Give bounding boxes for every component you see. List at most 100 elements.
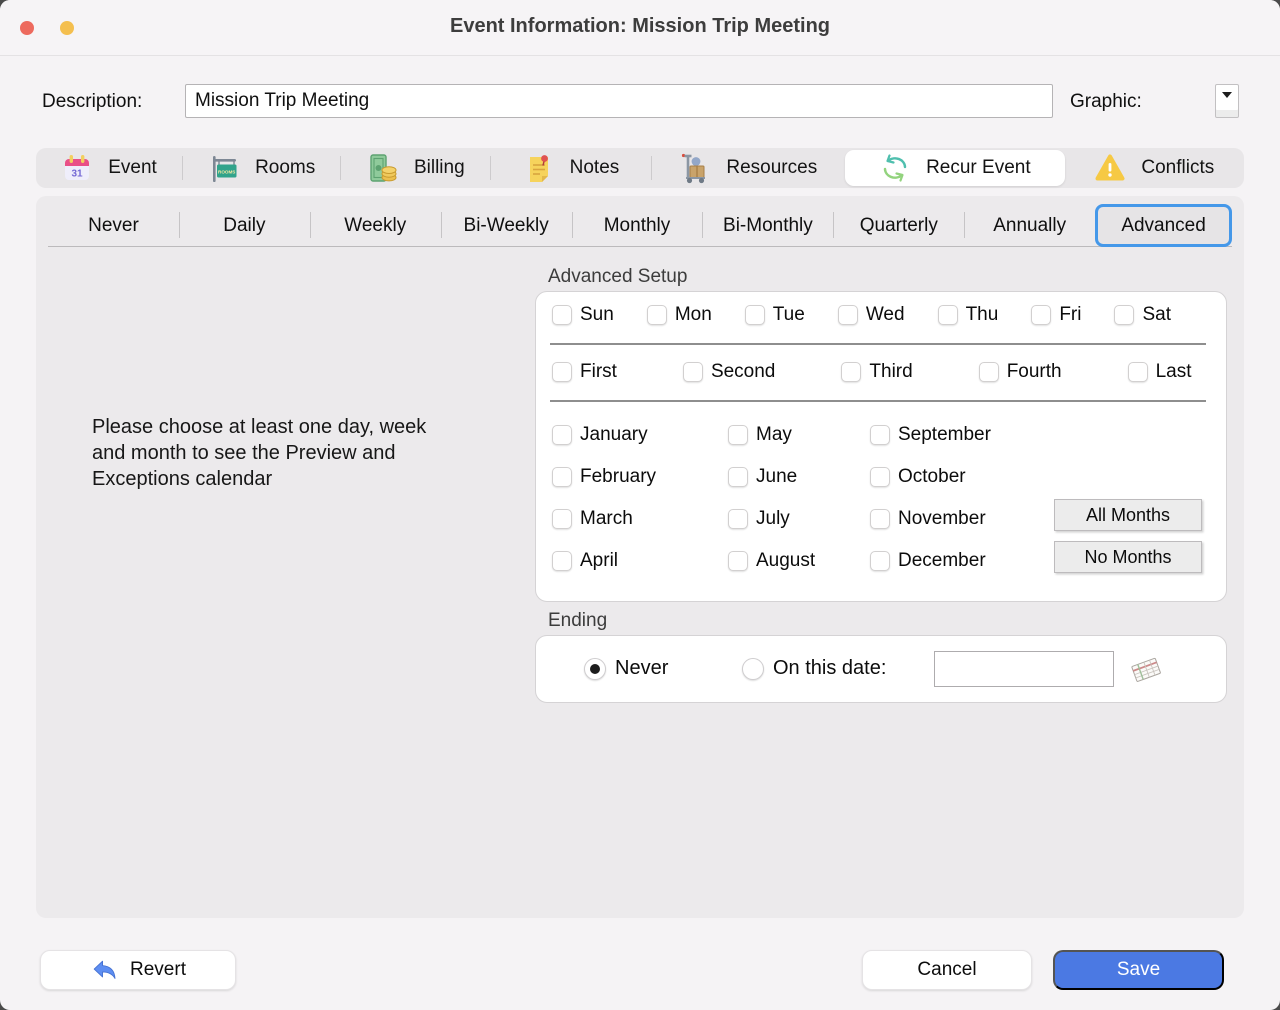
month-checkbox-october[interactable]: October (870, 466, 1070, 488)
ending-date-input[interactable] (934, 651, 1114, 687)
day-checkbox-tue[interactable]: Tue (745, 304, 805, 326)
tab-resources[interactable]: Resources (652, 148, 845, 188)
month-label: November (898, 508, 986, 530)
month-label: June (756, 466, 797, 488)
month-checkbox-march[interactable]: March (552, 508, 728, 530)
checkbox (1114, 305, 1134, 325)
checkbox (745, 305, 765, 325)
tab-bi-monthly[interactable]: Bi-Monthly (702, 205, 833, 246)
month-label: September (898, 424, 991, 446)
tab-event[interactable]: 31 Event (36, 148, 182, 188)
tab-annually[interactable]: Annually (964, 205, 1095, 246)
tab-rooms[interactable]: ROOMS Rooms (183, 148, 340, 188)
tab-billing[interactable]: Billing (341, 148, 490, 188)
title-bar: Event Information: Mission Trip Meeting (0, 0, 1280, 56)
tab-label: Recur Event (926, 157, 1031, 179)
tab-advanced[interactable]: Advanced (1095, 204, 1232, 247)
month-checkbox-january[interactable]: January (552, 424, 728, 446)
week-checkbox-last[interactable]: Last (1128, 361, 1192, 383)
tab-conflicts[interactable]: Conflicts (1065, 148, 1244, 188)
week-label: Fourth (1007, 361, 1062, 383)
money-icon (367, 152, 399, 184)
months-grid: January February March April May June Ju… (552, 414, 1070, 582)
checkbox (1128, 362, 1148, 382)
separator (550, 400, 1206, 402)
hint-message: Please choose at least one day, week and… (92, 414, 562, 492)
save-button[interactable]: Save (1053, 950, 1224, 990)
checkbox (552, 305, 572, 325)
tab-never[interactable]: Never (48, 205, 179, 246)
description-input[interactable] (185, 84, 1053, 118)
radio-button (742, 658, 764, 680)
month-checkbox-september[interactable]: September (870, 424, 1070, 446)
checkbox (938, 305, 958, 325)
cancel-button[interactable]: Cancel (862, 950, 1032, 990)
month-checkbox-december[interactable]: December (870, 550, 1070, 572)
tab-monthly[interactable]: Monthly (572, 205, 703, 246)
graphic-dropdown-button[interactable] (1215, 84, 1239, 118)
checkbox (552, 509, 572, 529)
tab-notes[interactable]: Notes (491, 148, 650, 188)
checkbox (552, 467, 572, 487)
week-checkbox-first[interactable]: First (552, 361, 617, 383)
ending-panel: Never On this date: (535, 635, 1227, 703)
calendar-icon: 31 (61, 152, 93, 184)
month-checkbox-may[interactable]: May (728, 424, 870, 446)
week-checkbox-fourth[interactable]: Fourth (979, 361, 1062, 383)
main-tab-bar: 31 Event ROOMS Rooms (36, 148, 1244, 188)
day-label: Sat (1142, 304, 1171, 326)
all-months-button[interactable]: All Months (1054, 499, 1202, 531)
event-information-window: Event Information: Mission Trip Meeting … (0, 0, 1280, 1010)
chevron-down-icon (1222, 92, 1232, 98)
no-months-button[interactable]: No Months (1054, 541, 1202, 573)
revert-button[interactable]: Revert (40, 950, 236, 990)
day-checkbox-thu[interactable]: Thu (938, 304, 999, 326)
month-label: February (580, 466, 656, 488)
week-checkbox-third[interactable]: Third (841, 361, 912, 383)
month-label: May (756, 424, 792, 446)
checkbox (838, 305, 858, 325)
checkbox (979, 362, 999, 382)
days-row: Sun Mon Tue Wed Thu Fri Sat (552, 304, 1171, 326)
hand-truck-icon (679, 152, 711, 184)
checkbox (683, 362, 703, 382)
day-checkbox-wed[interactable]: Wed (838, 304, 905, 326)
tab-weekly[interactable]: Weekly (310, 205, 441, 246)
day-checkbox-mon[interactable]: Mon (647, 304, 712, 326)
advanced-setup-panel: Sun Mon Tue Wed Thu Fri Sat First Second… (535, 291, 1227, 602)
day-label: Wed (866, 304, 905, 326)
date-picker-icon[interactable] (1126, 649, 1166, 689)
tab-daily[interactable]: Daily (179, 205, 310, 246)
tab-recur-event[interactable]: Recur Event (845, 150, 1065, 186)
week-checkbox-second[interactable]: Second (683, 361, 775, 383)
tab-label: Notes (570, 157, 620, 179)
month-label: January (580, 424, 648, 446)
day-label: Sun (580, 304, 614, 326)
month-checkbox-july[interactable]: July (728, 508, 870, 530)
recurrence-tab-bar: Never Daily Weekly Bi-Weekly Monthly Bi-… (48, 205, 1232, 247)
month-checkbox-february[interactable]: February (552, 466, 728, 488)
ending-on-date-radio[interactable]: On this date: (742, 657, 886, 680)
month-checkbox-august[interactable]: August (728, 550, 870, 572)
recur-event-panel: Never Daily Weekly Bi-Weekly Monthly Bi-… (36, 196, 1244, 918)
checkbox (870, 509, 890, 529)
day-checkbox-fri[interactable]: Fri (1031, 304, 1081, 326)
day-label: Thu (966, 304, 999, 326)
checkbox (552, 425, 572, 445)
advanced-setup-title: Advanced Setup (548, 266, 687, 288)
tab-quarterly[interactable]: Quarterly (833, 205, 964, 246)
day-checkbox-sun[interactable]: Sun (552, 304, 614, 326)
ending-never-radio[interactable]: Never (584, 657, 668, 680)
checkbox (647, 305, 667, 325)
tab-bi-weekly[interactable]: Bi-Weekly (441, 205, 572, 246)
month-checkbox-november[interactable]: November (870, 508, 1070, 530)
radio-button (584, 658, 606, 680)
month-checkbox-june[interactable]: June (728, 466, 870, 488)
radio-label: On this date: (773, 657, 886, 680)
day-label: Tue (773, 304, 805, 326)
checkbox (728, 551, 748, 571)
month-checkbox-april[interactable]: April (552, 550, 728, 572)
month-label: April (580, 550, 618, 572)
checkbox (870, 551, 890, 571)
day-checkbox-sat[interactable]: Sat (1114, 304, 1171, 326)
